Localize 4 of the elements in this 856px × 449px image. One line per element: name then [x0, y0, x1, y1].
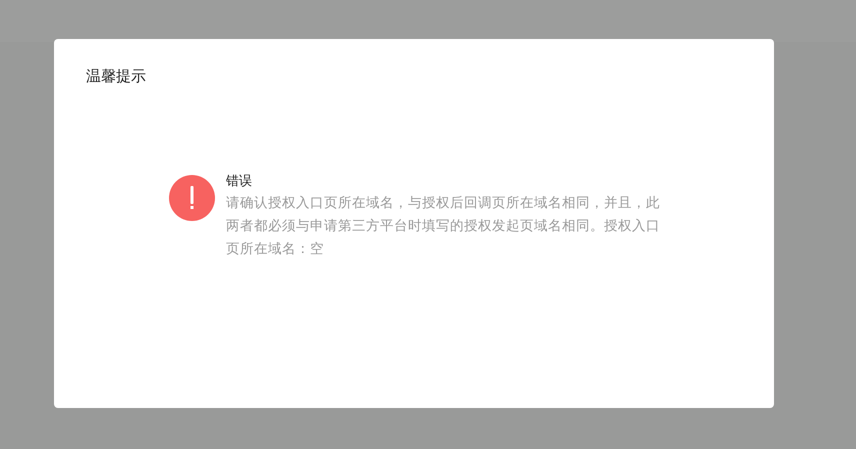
alert-heading: 错误 — [226, 173, 252, 191]
alert-message: 请确认授权入口页所在域名，与授权后回调页所在域名相同，并且，此两者都必须与申请第三方平台时填写的授权发起页域名相同。授权入口页所在域名：空 — [226, 194, 661, 259]
exclamation-icon — [169, 175, 215, 221]
dialog-title: 温馨提示 — [86, 66, 146, 86]
